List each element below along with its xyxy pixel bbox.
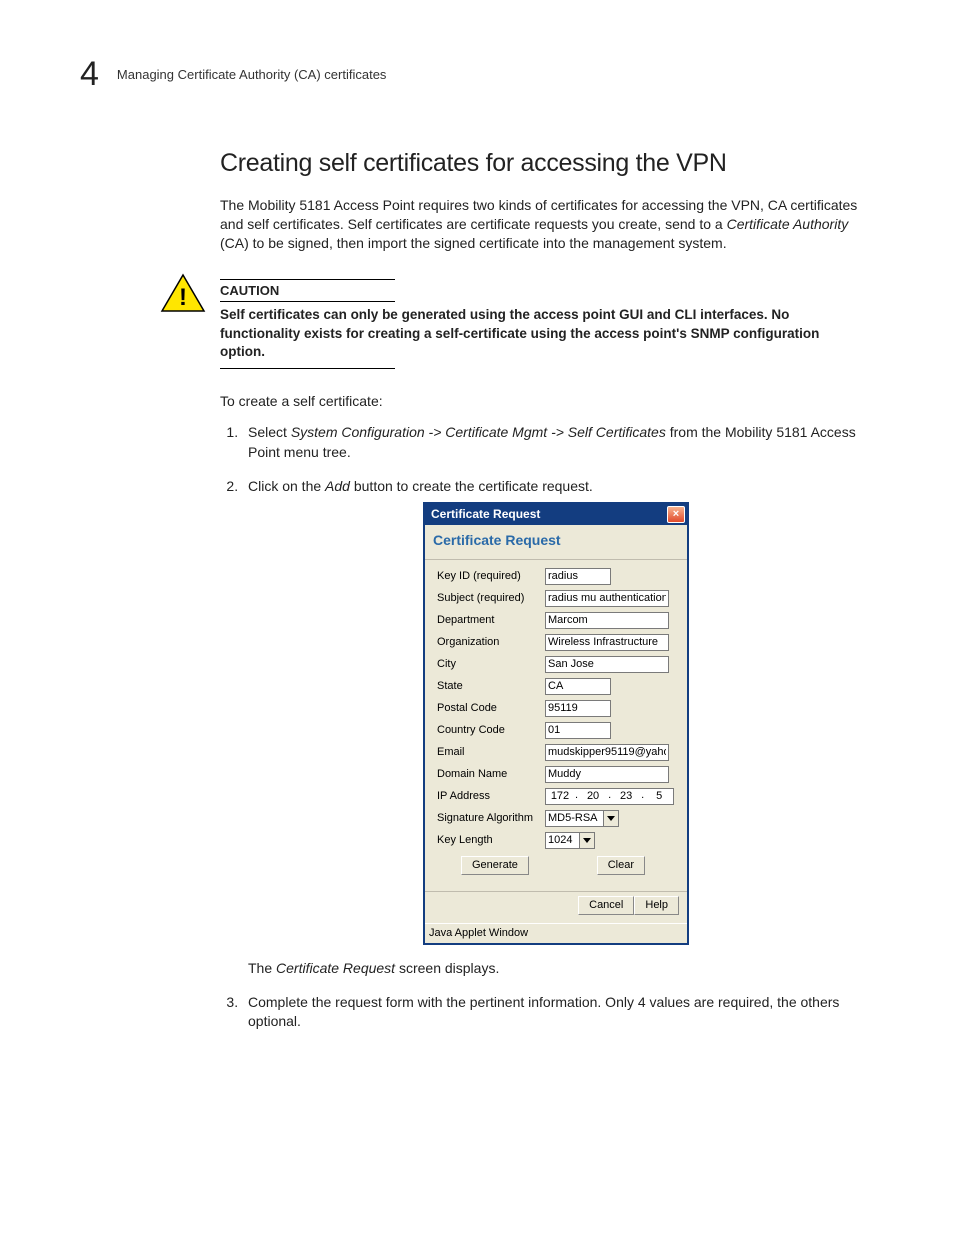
input-city[interactable] bbox=[545, 656, 669, 673]
row-key-id: Key ID (required) bbox=[437, 568, 679, 585]
row-sig: Signature Algorithm bbox=[437, 810, 679, 827]
warning-icon: ! bbox=[160, 273, 206, 318]
row-ip: IP Address . . . bbox=[437, 788, 679, 805]
label-ip: IP Address bbox=[437, 789, 545, 804]
form-area: Key ID (required) Subject (required) Dep… bbox=[425, 560, 687, 889]
section-title: Creating self certificates for accessing… bbox=[220, 149, 864, 178]
chevron-down-icon[interactable] bbox=[603, 810, 619, 827]
caution-body: CAUTION Self certificates can only be ge… bbox=[220, 279, 864, 370]
input-subject[interactable] bbox=[545, 590, 669, 607]
close-icon: × bbox=[673, 509, 679, 520]
input-keylen[interactable] bbox=[545, 832, 579, 849]
help-button[interactable]: Help bbox=[634, 896, 679, 915]
row-state: State bbox=[437, 678, 679, 695]
input-department[interactable] bbox=[545, 612, 669, 629]
caution-label-wrap: CAUTION bbox=[220, 279, 395, 302]
row-email: Email bbox=[437, 744, 679, 761]
divider bbox=[220, 368, 395, 369]
svg-text:!: ! bbox=[179, 284, 187, 311]
chapter-number: 4 bbox=[80, 55, 99, 94]
caution-block: ! CAUTION Self certificates can only be … bbox=[160, 279, 864, 370]
step-2: Click on the Add button to create the ce… bbox=[242, 477, 864, 979]
dialog-title: Certificate Request bbox=[431, 506, 540, 523]
steps-list: Select System Configuration -> Certifica… bbox=[220, 423, 864, 1032]
lead-in: To create a self certificate: bbox=[220, 393, 864, 409]
label-sig: Signature Algorithm bbox=[437, 811, 545, 826]
certificate-request-dialog: Certificate Request × Certificate Reques… bbox=[423, 502, 689, 945]
input-organization[interactable] bbox=[545, 634, 669, 651]
input-email[interactable] bbox=[545, 744, 669, 761]
label-organization: Organization bbox=[437, 635, 545, 650]
label-department: Department bbox=[437, 613, 545, 628]
row-country: Country Code bbox=[437, 722, 679, 739]
caption-post: screen displays. bbox=[395, 960, 499, 976]
label-domain: Domain Name bbox=[437, 767, 545, 782]
dialog-titlebar[interactable]: Certificate Request × bbox=[425, 504, 687, 525]
cancel-button[interactable]: Cancel bbox=[578, 896, 634, 915]
page-header: 4 Managing Certificate Authority (CA) ce… bbox=[80, 55, 874, 94]
step-1: Select System Configuration -> Certifica… bbox=[242, 423, 864, 462]
input-country[interactable] bbox=[545, 722, 611, 739]
chevron-down-icon[interactable] bbox=[579, 832, 595, 849]
intro-post: (CA) to be signed, then import the signe… bbox=[220, 235, 727, 251]
input-ip-1[interactable] bbox=[546, 789, 574, 804]
caution-label: CAUTION bbox=[220, 283, 395, 298]
generate-button[interactable]: Generate bbox=[461, 856, 529, 875]
label-country: Country Code bbox=[437, 723, 545, 738]
input-ip-4[interactable] bbox=[645, 789, 673, 804]
step3-text: Complete the request form with the perti… bbox=[248, 994, 839, 1030]
button-row-2: Cancel Help bbox=[425, 892, 687, 923]
label-subject: Subject (required) bbox=[437, 591, 545, 606]
select-keylen[interactable] bbox=[545, 832, 595, 849]
close-button[interactable]: × bbox=[667, 506, 685, 523]
caution-text: Self certificates can only be generated … bbox=[220, 306, 864, 363]
intro-paragraph: The Mobility 5181 Access Point requires … bbox=[220, 196, 864, 253]
input-state[interactable] bbox=[545, 678, 611, 695]
content: Creating self certificates for accessing… bbox=[220, 149, 864, 1032]
statusbar: Java Applet Window bbox=[425, 923, 687, 943]
button-row-1: Generate Clear bbox=[437, 854, 679, 881]
input-domain[interactable] bbox=[545, 766, 669, 783]
row-subject: Subject (required) bbox=[437, 590, 679, 607]
row-department: Department bbox=[437, 612, 679, 629]
input-key-id[interactable] bbox=[545, 568, 611, 585]
step-3: Complete the request form with the perti… bbox=[242, 993, 864, 1032]
label-city: City bbox=[437, 657, 545, 672]
step1-ital: System Configuration -> Certificate Mgmt… bbox=[291, 424, 666, 440]
row-city: City bbox=[437, 656, 679, 673]
step2-ital: Add bbox=[325, 478, 350, 494]
label-state: State bbox=[437, 679, 545, 694]
label-postal: Postal Code bbox=[437, 701, 545, 716]
clear-button[interactable]: Clear bbox=[597, 856, 645, 875]
intro-ital: Certificate Authority bbox=[727, 216, 849, 232]
input-sig[interactable] bbox=[545, 810, 603, 827]
running-head: Managing Certificate Authority (CA) cert… bbox=[117, 67, 387, 82]
input-ip-3[interactable] bbox=[612, 789, 640, 804]
label-keylen: Key Length bbox=[437, 833, 545, 848]
row-keylen: Key Length bbox=[437, 832, 679, 849]
caption-pre: The bbox=[248, 960, 276, 976]
select-sig[interactable] bbox=[545, 810, 619, 827]
step2-caption: The Certificate Request screen displays. bbox=[248, 959, 864, 979]
step2-pre: Click on the bbox=[248, 478, 325, 494]
page: 4 Managing Certificate Authority (CA) ce… bbox=[0, 0, 954, 1235]
row-domain: Domain Name bbox=[437, 766, 679, 783]
label-email: Email bbox=[437, 745, 545, 760]
row-organization: Organization bbox=[437, 634, 679, 651]
label-key-id: Key ID (required) bbox=[437, 569, 545, 584]
input-postal[interactable] bbox=[545, 700, 611, 717]
caption-ital: Certificate Request bbox=[276, 960, 395, 976]
input-ip[interactable]: . . . bbox=[545, 788, 674, 805]
input-ip-2[interactable] bbox=[579, 789, 607, 804]
step2-post: button to create the certificate request… bbox=[350, 478, 593, 494]
panel-title: Certificate Request bbox=[425, 525, 687, 560]
step1-pre: Select bbox=[248, 424, 291, 440]
row-postal: Postal Code bbox=[437, 700, 679, 717]
